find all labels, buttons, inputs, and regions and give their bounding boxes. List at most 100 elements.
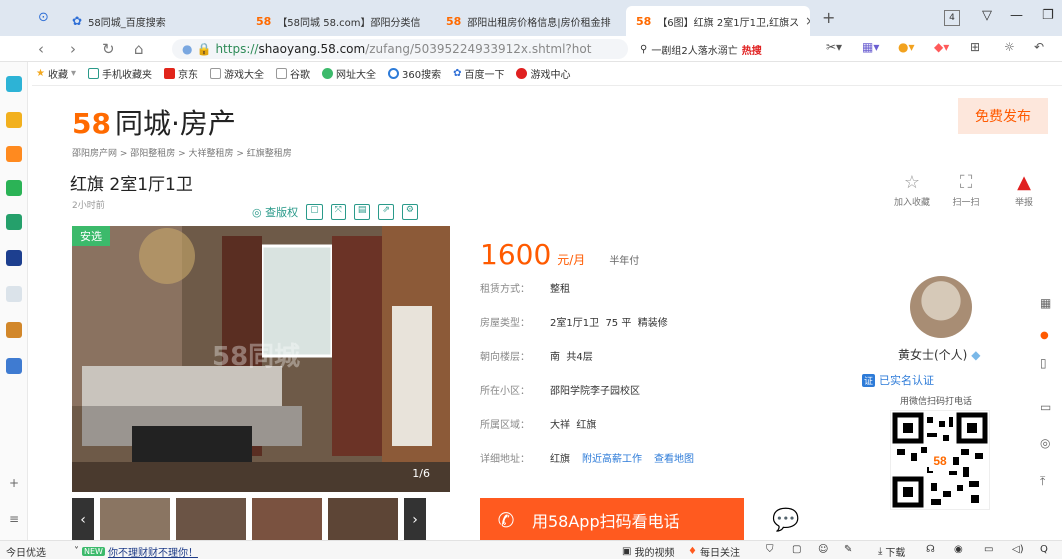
- detail-orientation: 朝向楼层： 南 共4层: [480, 352, 593, 363]
- sidebar-app-icon[interactable]: [6, 214, 22, 230]
- bookmark-google[interactable]: 谷歌: [276, 66, 310, 81]
- tab-listing-active[interactable]: 58 【6图】红旗 2室1厅1卫,红旗ス ×: [626, 6, 810, 36]
- daily-focus[interactable]: ♦ 每日关注: [688, 544, 740, 559]
- sidebar-app-icon[interactable]: [6, 76, 22, 92]
- chat-button[interactable]: 💬: [748, 498, 824, 542]
- undo-icon[interactable]: ↶: [1034, 40, 1044, 54]
- bookmark-360[interactable]: 360搜索: [388, 66, 441, 81]
- my-videos[interactable]: ▣ 我的视频: [622, 544, 674, 559]
- view-map-link[interactable]: 查看地图: [654, 450, 694, 465]
- bookmark-hao[interactable]: 网址大全: [322, 66, 376, 81]
- search-box[interactable]: ⚲ 一剧组2人落水溺亡 热搜: [640, 39, 810, 59]
- sidebar-app-icon[interactable]: [6, 146, 22, 162]
- page-content: 5 8 同城·房产 免费发布 邵阳房产网 > 邵阳整租房 > 大祥整租房 > 红旗整…: [28, 86, 1062, 542]
- sidebar-app-icon[interactable]: [6, 112, 22, 128]
- emoji-status-icon[interactable]: ☺: [818, 544, 828, 555]
- sidebar-app-icon[interactable]: [6, 180, 22, 196]
- browser-logo-icon[interactable]: ⊙: [38, 10, 49, 25]
- sidebar-add-icon[interactable]: +: [9, 476, 19, 490]
- detail-community: 所在小区： 邵阳学院李子园校区: [480, 382, 640, 397]
- share-icon[interactable]: ⇗: [378, 204, 394, 220]
- region-link[interactable]: 大祥 红旗: [550, 416, 596, 431]
- report-button[interactable]: ▲ 举报: [994, 172, 1054, 208]
- cut-icon[interactable]: ✂▾: [826, 40, 842, 54]
- prev-thumb-button[interactable]: ‹: [72, 498, 94, 542]
- settings-icon[interactable]: ⚙: [401, 204, 418, 220]
- bookmark-baidu[interactable]: ✿ 百度一下: [453, 66, 504, 81]
- extension-icon[interactable]: ●▾: [898, 40, 915, 54]
- phone-float-icon[interactable]: ▯: [1040, 356, 1047, 370]
- call-button[interactable]: ✆ 用58App扫码看电话: [480, 498, 744, 542]
- fullscreen-icon[interactable]: ▢: [306, 204, 323, 220]
- save-icon[interactable]: ▤: [353, 204, 371, 220]
- home-icon[interactable]: ⌂: [134, 40, 144, 58]
- restore-icon[interactable]: ❐: [1042, 8, 1054, 23]
- bookmark-jd[interactable]: 京东: [164, 66, 198, 81]
- site-logo[interactable]: 5 8 同城·房产: [72, 102, 236, 142]
- edit-float-icon[interactable]: ▭: [1040, 400, 1051, 414]
- owner-name: 黄女士(个人) ◆: [898, 348, 981, 362]
- thumbnail[interactable]: [252, 498, 322, 542]
- hot-search-badge[interactable]: 热搜: [742, 42, 762, 57]
- tab-count-badge[interactable]: 4: [944, 10, 960, 26]
- avatar: [910, 276, 972, 338]
- float-label-icon[interactable]: ●: [1040, 330, 1049, 341]
- close-tab-icon[interactable]: ×: [805, 14, 810, 28]
- sidebar-app-icon[interactable]: [6, 286, 22, 302]
- skin-icon[interactable]: ▽: [982, 8, 992, 23]
- watermark: 58同城: [212, 342, 301, 372]
- breadcrumb[interactable]: 邵阳房产网 > 邵阳整租房 > 大祥整租房 > 红旗整租房: [72, 146, 292, 159]
- window-status-icon[interactable]: ▢: [792, 544, 801, 555]
- minimize-icon[interactable]: —: [1010, 8, 1023, 23]
- game-icon[interactable]: ◆▾: [934, 40, 949, 54]
- new-tab-button[interactable]: +: [822, 8, 835, 27]
- thumbnail[interactable]: [328, 498, 398, 542]
- sound-icon[interactable]: ◁): [1012, 544, 1024, 555]
- scan-button[interactable]: ⛶ 扫一扫: [936, 172, 996, 208]
- app-icon[interactable]: ▦▾: [862, 40, 879, 54]
- qr-float-icon[interactable]: ▦: [1040, 296, 1051, 310]
- sidebar-menu-icon[interactable]: ≡: [9, 512, 19, 526]
- top-float-icon[interactable]: ⤒: [1040, 474, 1045, 489]
- news-ticker[interactable]: ˅ NEW 你不理财财不理你！: [74, 544, 198, 559]
- brightness-icon[interactable]: ☼: [1004, 40, 1015, 54]
- sidebar-app-icon[interactable]: [6, 358, 22, 374]
- camera-float-icon[interactable]: ◎: [1040, 436, 1050, 450]
- shield-status-icon[interactable]: ⛉: [766, 544, 774, 555]
- tab-baidu-search[interactable]: ✿ 58同城_百度搜索: [62, 6, 240, 36]
- video-icon: ▣: [622, 546, 632, 557]
- headset-status-icon[interactable]: ☊: [926, 544, 935, 555]
- page-status-icon[interactable]: ▭: [984, 544, 993, 555]
- sidebar-app-icon[interactable]: [6, 250, 22, 266]
- free-publish-button[interactable]: 免费发布: [958, 98, 1048, 134]
- bookmark-mobile[interactable]: 手机收藏夹: [88, 66, 152, 81]
- eye-status-icon[interactable]: ◉: [954, 544, 963, 555]
- zoom-icon[interactable]: Q: [1040, 544, 1048, 555]
- address-bar[interactable]: ● 🔒 https:// shaoyang.58.com /zufang/503…: [172, 39, 628, 59]
- right-float-toolbar: ▦ ● ▯ ▭ ◎ ⤒: [1040, 290, 1062, 500]
- community-link[interactable]: 邵阳学院李子园校区: [550, 382, 640, 397]
- bookmark-games[interactable]: 游戏大全: [210, 66, 264, 81]
- thumbnail[interactable]: [176, 498, 246, 542]
- download-button[interactable]: ⤓ 下载: [878, 544, 905, 559]
- brush-status-icon[interactable]: ✎: [844, 544, 852, 555]
- back-icon[interactable]: ‹: [38, 40, 44, 58]
- price-unit: 元/月: [557, 253, 586, 267]
- tab-58-rent-price[interactable]: 58 邵阳出租房价格信息|房价租金排: [436, 6, 616, 36]
- main-photo[interactable]: 安选 58同城 1/6: [72, 226, 450, 492]
- tab-58-shaoyang[interactable]: 58 【58同城 58.com】邵阳分类信: [246, 6, 430, 36]
- nearby-jobs-link[interactable]: 附近高薪工作: [582, 450, 642, 465]
- bookmark-game-center[interactable]: 游戏中心: [516, 66, 570, 81]
- grid-icon[interactable]: ⊞: [970, 40, 980, 54]
- forward-icon[interactable]: ›: [70, 40, 76, 58]
- copyright-check-button[interactable]: ◎ 查版权: [252, 204, 298, 220]
- favorite-button[interactable]: ☆ 加入收藏: [882, 172, 942, 208]
- thumbnail[interactable]: [100, 498, 170, 542]
- next-thumb-button[interactable]: ›: [404, 498, 426, 542]
- reload-icon[interactable]: ↻: [102, 40, 115, 58]
- sidebar-app-icon[interactable]: [6, 322, 22, 338]
- bookmark-favorites[interactable]: ★ 收藏 ▾: [36, 66, 76, 81]
- 58-logo-icon: 58: [636, 14, 652, 28]
- daily-picks[interactable]: 今日优选: [6, 544, 46, 559]
- expand-icon[interactable]: ⤧: [330, 204, 346, 220]
